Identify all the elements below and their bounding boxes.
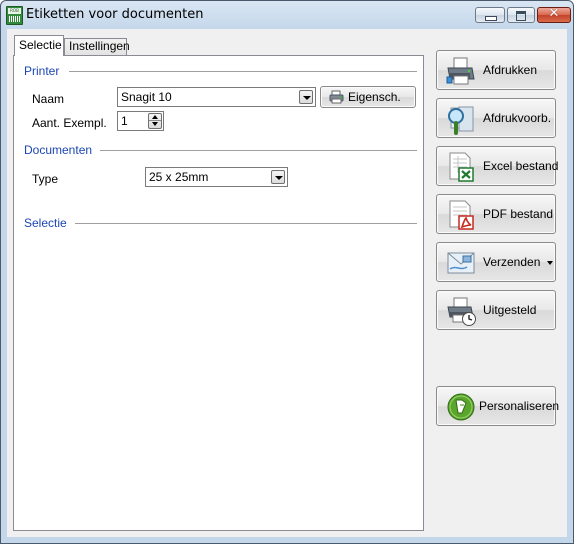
chevron-down-icon[interactable]: [271, 170, 285, 184]
printer-icon: [329, 90, 344, 104]
pdf-export-button[interactable]: PDF bestand: [436, 194, 556, 234]
printer-name-value: Snagit 10: [121, 90, 172, 104]
selection-group-divider: [72, 223, 417, 224]
printer-group-label: Printer: [24, 64, 68, 78]
printer-clock-icon: [447, 297, 476, 326]
barcode-icon: [9, 16, 20, 22]
personalize-button[interactable]: Personaliseren: [436, 386, 560, 426]
deferred-print-button[interactable]: Uitgesteld: [436, 290, 556, 330]
maximize-icon: [516, 11, 526, 21]
tab-instellingen[interactable]: Instellingen: [64, 38, 130, 55]
personalize-icon: [447, 393, 475, 421]
stepper-divider: [149, 120, 161, 121]
copies-stepper[interactable]: 1: [117, 111, 164, 131]
app-icon-label: ROB: [8, 8, 21, 14]
printer-properties-label: Eigensch.: [348, 90, 401, 104]
printer-properties-button[interactable]: Eigensch.: [320, 86, 416, 108]
title-bar[interactable]: ROB Etiketten voor documenten ✕: [1, 1, 573, 29]
send-button-label: Verzenden: [483, 255, 541, 269]
minimize-icon: [485, 16, 497, 21]
close-icon: ✕: [548, 6, 560, 21]
stepper-buttons[interactable]: [148, 113, 162, 129]
close-button[interactable]: ✕: [537, 6, 571, 23]
send-button[interactable]: Verzenden: [436, 242, 556, 282]
document-type-dropdown[interactable]: 25 x 25mm: [145, 167, 288, 187]
document-type-value: 25 x 25mm: [149, 170, 209, 184]
print-button-label: Afdrukken: [483, 63, 538, 77]
deferred-print-label: Uitgesteld: [483, 303, 537, 317]
printer-name-label: Naam: [32, 92, 65, 106]
type-label: Type: [32, 172, 59, 186]
minimize-button[interactable]: [475, 7, 505, 23]
pdf-file-icon: [449, 200, 474, 230]
copies-label: Aant. Exempl.: [32, 116, 107, 130]
print-preview-label: Afdrukvoorb.: [483, 111, 552, 125]
documents-group-divider: [94, 150, 417, 151]
printer-name-dropdown[interactable]: Snagit 10: [117, 87, 316, 107]
printer-icon: [446, 57, 475, 85]
excel-export-button[interactable]: Excel bestand: [436, 146, 559, 186]
client-area: Selectie Instellingen Printer Naam Snagi…: [7, 29, 567, 537]
selection-group-label: Selectie: [24, 216, 75, 230]
printer-group-divider: [69, 71, 417, 72]
documents-group-label: Documenten: [24, 143, 101, 157]
chevron-down-icon[interactable]: [152, 122, 158, 126]
chevron-up-icon[interactable]: [152, 115, 158, 119]
maximize-button[interactable]: [507, 7, 535, 23]
chevron-down-icon[interactable]: [299, 90, 313, 104]
window-title: Etiketten voor documenten: [26, 7, 204, 22]
personalize-label: Personaliseren: [479, 399, 560, 413]
app-window: ROB Etiketten voor documenten ✕ Selectie…: [0, 0, 574, 544]
excel-export-label: Excel bestand: [483, 159, 559, 173]
excel-file-icon: [449, 152, 474, 182]
pdf-export-label: PDF bestand: [483, 207, 554, 221]
envelope-icon: [447, 252, 475, 274]
print-button[interactable]: Afdrukken: [436, 50, 556, 90]
dropdown-arrow-icon[interactable]: [547, 261, 553, 265]
print-preview-button[interactable]: Afdrukvoorb.: [436, 98, 556, 138]
copies-value: 1: [121, 114, 128, 128]
tab-panel-selectie: Printer Naam Snagit 10 Aant. Exempl. Doc…: [13, 55, 424, 531]
app-icon[interactable]: ROB: [6, 6, 23, 25]
tab-selectie[interactable]: Selectie: [14, 35, 64, 56]
print-preview-icon: [448, 106, 474, 135]
